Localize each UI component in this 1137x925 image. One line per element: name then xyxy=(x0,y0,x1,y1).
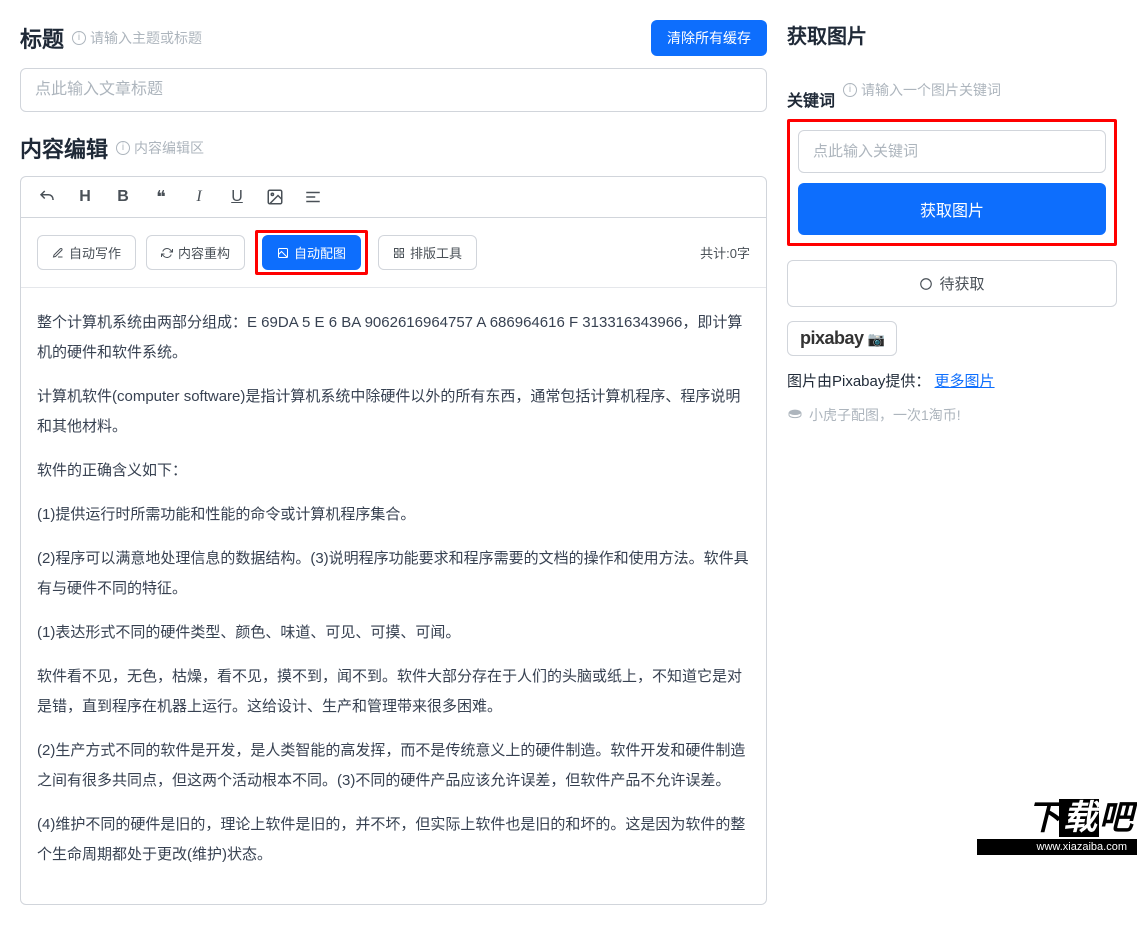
undo-icon[interactable] xyxy=(37,187,57,207)
refresh-icon xyxy=(161,247,173,259)
content-paragraph: (1)表达形式不同的硬件类型、颜色、味道、可见、可摸、可闻。 xyxy=(37,618,750,648)
keyword-highlight: 获取图片 xyxy=(787,119,1117,246)
pixabay-badge: pixabay📷 xyxy=(787,321,897,356)
article-title-input[interactable] xyxy=(20,68,767,112)
editor-content[interactable]: 整个计算机系统由两部分组成：E 69DA 5 E 6 BA 9062616964… xyxy=(21,288,766,904)
picture-icon xyxy=(277,247,289,259)
content-paragraph: 软件的正确含义如下： xyxy=(37,456,750,486)
info-icon: i xyxy=(72,31,86,45)
pencil-icon xyxy=(52,247,64,259)
restructure-button[interactable]: 内容重构 xyxy=(146,235,245,270)
coin-icon xyxy=(787,407,803,423)
provided-text: 图片由Pixabay提供： 更多图片 xyxy=(787,370,1117,391)
word-count: 共计:0字 xyxy=(700,243,750,262)
sidebar-title: 获取图片 xyxy=(787,20,1117,49)
align-icon[interactable] xyxy=(303,187,323,207)
bold-icon[interactable]: B xyxy=(113,187,133,207)
keyword-hint: i 请输入一个图片关键词 xyxy=(843,80,1001,100)
grid-icon xyxy=(393,247,405,259)
content-paragraph: (1)提供运行时所需功能和性能的命令或计算机程序集合。 xyxy=(37,500,750,530)
camera-icon: 📷 xyxy=(868,331,885,347)
credit-line: 小虎子配图，一次1淘币! xyxy=(787,405,1117,425)
info-icon: i xyxy=(843,83,857,97)
content-paragraph: (2)生产方式不同的软件是开发，是人类智能的高发挥，而不是传统意义上的硬件制造。… xyxy=(37,736,750,796)
layout-tool-button[interactable]: 排版工具 xyxy=(378,235,477,270)
editor: H B ❝ I U 自动写作 内容重构 xyxy=(20,176,767,905)
keyword-label: 关键词 xyxy=(787,87,835,111)
content-paragraph: 计算机软件(computer software)是指计算机系统中除硬件以外的所有… xyxy=(37,382,750,442)
heading-icon[interactable]: H xyxy=(75,187,95,207)
title-label: 标题 xyxy=(20,22,64,54)
title-hint: i 请输入主题或标题 xyxy=(72,28,202,48)
more-images-link[interactable]: 更多图片 xyxy=(935,373,995,390)
italic-icon[interactable]: I xyxy=(189,187,209,207)
underline-icon[interactable]: U xyxy=(227,187,247,207)
fetch-image-button[interactable]: 获取图片 xyxy=(798,183,1106,235)
action-row: 自动写作 内容重构 自动配图 排版工具 共计:0字 xyxy=(21,218,766,288)
info-icon: i xyxy=(116,141,130,155)
quote-icon[interactable]: ❝ xyxy=(151,187,171,207)
image-icon[interactable] xyxy=(265,187,285,207)
content-paragraph: (4)维护不同的硬件是旧的，理论上软件是旧的，并不坏，但实际上软件也是旧的和坏的… xyxy=(37,810,750,870)
auto-image-highlight: 自动配图 xyxy=(255,230,368,275)
content-hint: i 内容编辑区 xyxy=(116,138,204,158)
keyword-input[interactable] xyxy=(798,130,1106,173)
auto-image-button[interactable]: 自动配图 xyxy=(262,235,361,270)
clear-cache-button[interactable]: 清除所有缓存 xyxy=(651,20,767,56)
content-paragraph: (2)程序可以满意地处理信息的数据结构。(3)说明程序功能要求和程序需要的文档的… xyxy=(37,544,750,604)
circle-icon xyxy=(919,277,933,291)
content-paragraph: 整个计算机系统由两部分组成：E 69DA 5 E 6 BA 9062616964… xyxy=(37,308,750,368)
pending-button[interactable]: 待获取 xyxy=(787,260,1117,307)
content-label: 内容编辑 xyxy=(20,132,108,164)
auto-write-button[interactable]: 自动写作 xyxy=(37,235,136,270)
toolbar: H B ❝ I U xyxy=(21,177,766,218)
content-header: 内容编辑 i 内容编辑区 xyxy=(20,132,767,164)
title-header: 标题 i 请输入主题或标题 清除所有缓存 xyxy=(20,20,767,56)
content-paragraph: 软件看不见，无色，枯燥，看不见，摸不到，闻不到。软件大部分存在于人们的头脑或纸上… xyxy=(37,662,750,722)
